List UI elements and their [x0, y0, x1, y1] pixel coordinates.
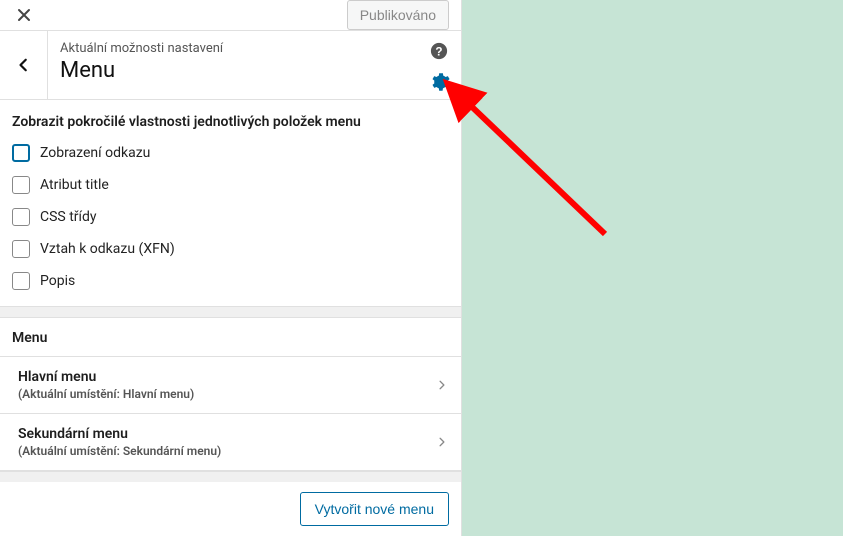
checkbox-row[interactable]: Vztah k odkazu (XFN)	[12, 240, 449, 258]
checkbox[interactable]	[12, 208, 30, 226]
checkbox-label: Vztah k odkazu (XFN)	[40, 241, 175, 257]
panel-header: Aktuální možnosti nastavení Menu ?	[0, 31, 461, 100]
panel-subtitle: Aktuální možnosti nastavení	[60, 41, 449, 56]
back-button[interactable]	[0, 31, 48, 99]
checkbox[interactable]	[12, 176, 30, 194]
topbar: Publikováno	[0, 0, 461, 31]
close-button[interactable]	[12, 3, 36, 27]
menu-item[interactable]: Hlavní menu (Aktuální umístění: Hlavní me…	[0, 357, 461, 414]
settings-button[interactable]	[429, 71, 451, 93]
checkbox-row[interactable]: CSS třídy	[12, 208, 449, 226]
checkbox[interactable]	[12, 144, 30, 162]
gear-icon	[430, 72, 450, 92]
advanced-properties-title: Zobrazit pokročilé vlastnosti jednotlivý…	[12, 114, 449, 130]
menu-item[interactable]: Sekundární menu (Aktuální umístění: Sekun…	[0, 414, 461, 471]
section-separator	[0, 471, 461, 482]
checkbox-row[interactable]: Atribut title	[12, 176, 449, 194]
checkbox-label: CSS třídy	[40, 209, 97, 225]
chevron-right-icon	[437, 378, 447, 392]
checkbox-row[interactable]: Zobrazení odkazu	[12, 144, 449, 162]
menu-item-title: Sekundární menu	[18, 426, 437, 442]
advanced-properties-section: Zobrazit pokročilé vlastnosti jednotlivý…	[0, 100, 461, 306]
menu-section-label: Menu	[0, 318, 461, 357]
publish-status-button[interactable]: Publikováno	[347, 0, 449, 30]
checkbox-row[interactable]: Popis	[12, 272, 449, 290]
menu-item-subtitle: (Aktuální umístění: Hlavní menu)	[18, 387, 437, 401]
svg-text:?: ?	[435, 46, 442, 59]
checkbox-label: Zobrazení odkazu	[40, 145, 150, 161]
menu-item-subtitle: (Aktuální umístění: Sekundární menu)	[18, 444, 437, 458]
chevron-right-icon	[437, 435, 447, 449]
help-button[interactable]: ?	[429, 41, 449, 61]
help-icon: ?	[430, 42, 448, 60]
panel-title: Menu	[60, 58, 115, 83]
section-separator	[0, 306, 461, 318]
checkbox[interactable]	[12, 272, 30, 290]
close-icon	[16, 7, 32, 23]
footer: Vytvořit nové menu	[0, 482, 461, 536]
checkbox[interactable]	[12, 240, 30, 258]
checkbox-label: Popis	[40, 273, 75, 289]
checkbox-label: Atribut title	[40, 177, 109, 193]
create-new-menu-button[interactable]: Vytvořit nové menu	[300, 492, 449, 526]
preview-canvas	[462, 0, 843, 536]
chevron-left-icon	[17, 58, 31, 72]
menu-item-title: Hlavní menu	[18, 369, 437, 385]
